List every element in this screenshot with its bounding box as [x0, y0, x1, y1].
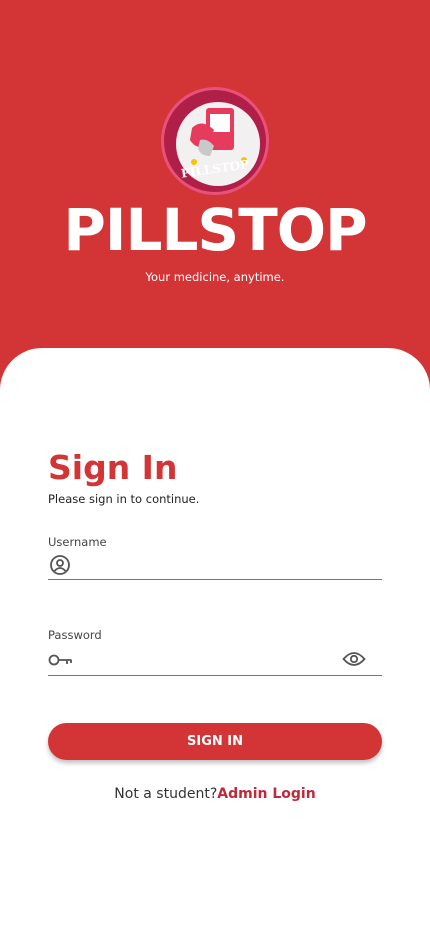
admin-login-prompt: Not a student?Admin Login: [0, 786, 430, 802]
footer-prompt-text: Not a student?: [114, 786, 218, 802]
password-underline: [48, 675, 382, 676]
key-icon: [48, 651, 74, 673]
admin-login-link[interactable]: Admin Login: [217, 786, 315, 802]
app-title: PILLSTOP: [63, 196, 367, 264]
eye-icon[interactable]: [342, 651, 366, 671]
password-input[interactable]: [80, 647, 340, 671]
signin-title: Sign In: [48, 448, 178, 487]
password-label: Password: [48, 628, 102, 642]
signin-button[interactable]: SIGN IN: [48, 723, 382, 760]
header-hero: PILLSTOP PILLSTOP Your medicine, anytime…: [0, 0, 430, 360]
signin-subtitle: Please sign in to continue.: [48, 492, 200, 506]
app-logo: PILLSTOP: [161, 87, 269, 195]
app-tagline: Your medicine, anytime.: [145, 270, 285, 284]
signin-card: Sign In Please sign in to continue. User…: [0, 348, 430, 932]
username-underline: [48, 579, 382, 580]
username-label: Username: [48, 535, 107, 549]
user-circle-icon: [49, 554, 71, 580]
username-input[interactable]: [80, 553, 340, 577]
